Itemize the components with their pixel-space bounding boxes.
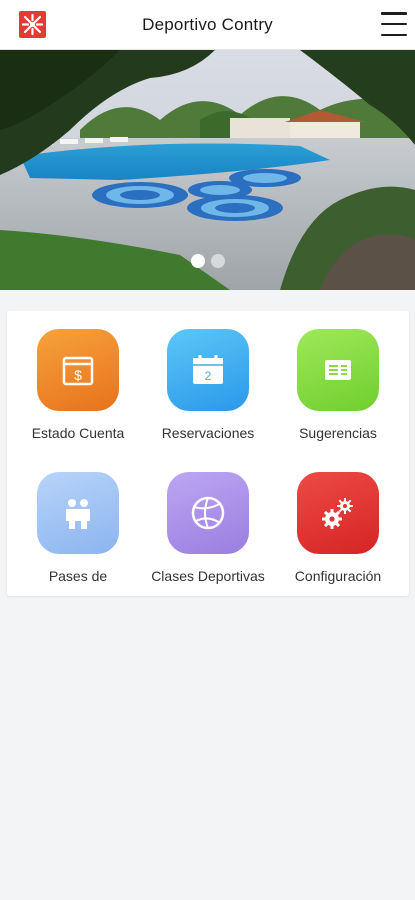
carousel-indicator [0, 254, 415, 268]
menu-item-pases[interactable]: Pases de [13, 454, 143, 584]
menu-item-sugerencias[interactable]: Sugerencias [273, 311, 403, 441]
gears-icon [297, 472, 379, 554]
menu-item-label: Estado Cuenta [31, 425, 125, 441]
menu-item-label: Clases Deportivas [151, 568, 265, 584]
suggestion-note-icon [297, 329, 379, 411]
club-logo-icon[interactable] [19, 11, 46, 38]
menu-item-configuracion[interactable]: Configuración [273, 454, 403, 584]
menu-item-estado-cuenta[interactable]: $ Estado Cuenta [13, 311, 143, 441]
carousel-dot-1[interactable] [190, 254, 205, 268]
menu-item-clases-deportivas[interactable]: Clases Deportivas [143, 454, 273, 584]
menu-grid: $ Estado Cuenta 2 Reservaciones Sugerenc… [7, 311, 409, 596]
hero-carousel[interactable] [0, 50, 415, 290]
menu-item-label: Reservaciones [161, 425, 255, 441]
calendar-icon: 2 [167, 329, 249, 411]
app-title: Deportivo Contry [142, 14, 273, 34]
hamburger-menu-icon[interactable] [381, 12, 407, 36]
svg-text:2: 2 [205, 369, 212, 383]
menu-item-label: Pases de [48, 568, 108, 584]
people-icon [37, 472, 119, 554]
menu-item-label: Sugerencias [299, 425, 377, 441]
app-header: Deportivo Contry [0, 0, 415, 50]
carousel-dot-2[interactable] [210, 254, 225, 268]
volleyball-icon [167, 472, 249, 554]
menu-item-reservaciones[interactable]: 2 Reservaciones [143, 311, 273, 441]
svg-text:$: $ [74, 367, 82, 383]
menu-item-label: Configuración [294, 568, 382, 584]
dollar-calendar-icon: $ [37, 329, 119, 411]
